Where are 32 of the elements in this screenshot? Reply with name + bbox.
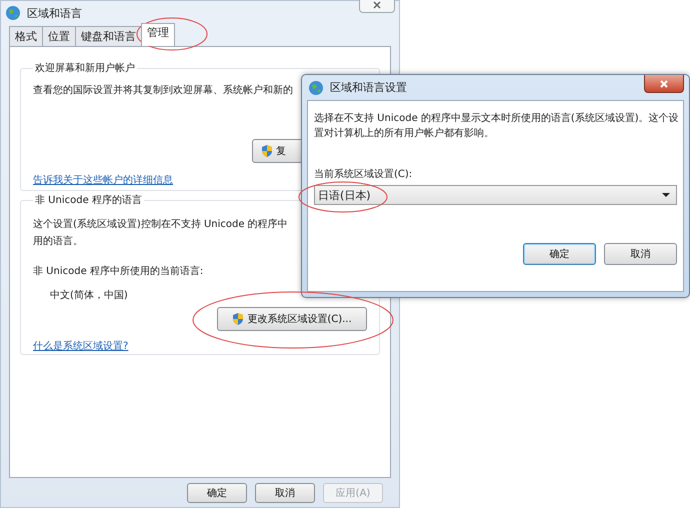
change-locale-button[interactable]: 更改系统区域设置(C)...	[217, 307, 367, 331]
current-language-value: 中文(简体，中国)	[49, 288, 129, 302]
shield-icon	[232, 312, 244, 326]
description-text: 这个设置(系统区域设置)控制在不支持 Unicode 的程序中	[33, 218, 289, 231]
locale-label: 当前系统区域设置(C):	[314, 168, 414, 181]
current-language-label: 非 Unicode 程序中所使用的当前语言:	[33, 264, 204, 278]
tab[interactable]: 键盘和语言	[75, 26, 142, 46]
description-text: 查看您的国际设置并将其复制到欢迎屏幕、系统帐户和新的	[33, 84, 293, 97]
globe-icon	[308, 80, 324, 96]
tab[interactable]: 格式	[9, 26, 43, 46]
tab[interactable]: 位置	[42, 26, 76, 46]
close-icon	[372, 0, 382, 10]
group-title: 欢迎屏幕和新用户帐户	[34, 62, 136, 75]
tab[interactable]: 管理	[141, 23, 175, 46]
highlight-ellipse	[136, 18, 208, 50]
dialog-button[interactable]: 确定	[523, 243, 596, 265]
dropdown-arrow-icon	[662, 193, 670, 197]
description-text: 选择在不支持 Unicode 的程序中显示文本时所使用的语言(系统区域设置)。这个设置对计算机上的所有用户帐户都有影响。	[314, 112, 679, 141]
shield-icon	[261, 144, 273, 158]
close-button[interactable]	[359, 0, 395, 13]
dialog-button[interactable]: 取消	[604, 243, 677, 265]
close-button[interactable]	[644, 75, 684, 93]
dialog-title: 区域和语言设置	[330, 80, 407, 95]
locale-dropdown[interactable]: 日语(日本)	[314, 185, 677, 205]
group-title: 非 Unicode 程序的语言	[34, 194, 143, 207]
globe-icon	[5, 5, 21, 21]
description-text: 用的语言。	[33, 234, 84, 248]
window-title: 区域和语言	[27, 6, 82, 20]
dialog-button[interactable]: 取消	[255, 483, 315, 503]
dialog-button[interactable]: 确定	[187, 483, 247, 503]
close-icon	[659, 78, 669, 88]
locale-help-link[interactable]: 什么是系统区域设置?	[33, 339, 367, 353]
